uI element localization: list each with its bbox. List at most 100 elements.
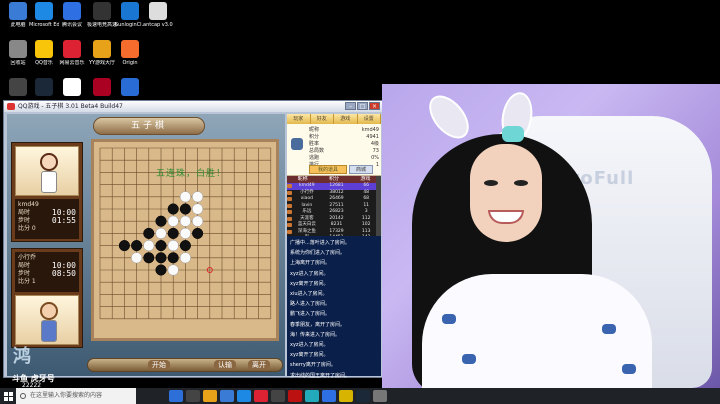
desktop-icon[interactable]: 腾讯会议 <box>57 2 87 28</box>
profile-panel: 昵称kmd49积分4941胜率4级总局数73逃跑0%排行1 我的道具 商城 <box>287 124 381 176</box>
black-stone <box>167 227 179 239</box>
app-icon <box>63 40 81 58</box>
side-panel: 玩家 好友 游戏 设置 昵称kmd49积分4941胜率4级总局数73逃跑0%排行… <box>287 114 381 379</box>
desktop-icon[interactable]: SunloginCl... <box>115 2 145 28</box>
white-stone <box>167 215 179 227</box>
taskbar-app-icon[interactable] <box>271 390 285 402</box>
chat-line: 路人进入了房间。 <box>290 301 331 308</box>
taskbar-app-icon[interactable] <box>237 390 251 402</box>
chat-line: xyz进入了房间。 <box>290 342 329 349</box>
app-icon <box>35 78 53 96</box>
scrollbar[interactable] <box>376 176 381 236</box>
white-stone <box>167 240 179 252</box>
player-avatar <box>15 295 79 345</box>
app-icon <box>121 2 139 20</box>
desktop-icon[interactable]: Origin <box>115 40 145 66</box>
chat-line: 广播中...落叶进入了房间。 <box>290 240 350 246</box>
player-score: 比分 1 <box>18 278 36 285</box>
desktop-icon[interactable]: 极速电竞高速器 <box>87 2 117 28</box>
taskbar-app-icon[interactable] <box>220 390 234 402</box>
desktop-icon[interactable]: 网易云音乐 <box>57 40 87 66</box>
taskbar-app-icon[interactable] <box>305 390 319 402</box>
taskbar-app-icon[interactable] <box>373 390 387 402</box>
start-button[interactable] <box>0 388 16 404</box>
watermark-logo: 鸿 <box>13 346 31 367</box>
white-stone <box>179 227 191 239</box>
window-titlebar: QQ游戏 - 五子棋 3.01 Beta4 Build47 – □ × <box>4 101 382 112</box>
profile-field: 积分 4941 <box>309 134 379 140</box>
desktop-icon-label: SunloginCl... <box>115 22 145 28</box>
taskbar-search[interactable]: 在这里输入你要搜索的内容 <box>16 388 136 404</box>
taskbar: 在这里输入你要搜索的内容 <box>0 388 720 404</box>
app-icon <box>149 2 167 20</box>
items-button[interactable]: 我的道具 <box>309 165 347 174</box>
chat-line: 求出线的国王离开了房间。 <box>290 372 351 379</box>
white-stone <box>167 264 179 276</box>
white-stone <box>192 215 204 227</box>
move-timer: 08:50 <box>51 269 76 278</box>
white-stone <box>192 203 204 215</box>
desktop-icon[interactable] <box>87 78 117 98</box>
app-icon <box>35 2 53 20</box>
app-icon <box>121 78 139 96</box>
white-stone <box>131 252 143 264</box>
move-timer: 01:55 <box>51 216 76 225</box>
win-message: 五连珠，白胜！ <box>156 169 227 179</box>
hair-bow-icon <box>502 126 524 142</box>
minimize-icon[interactable]: – <box>345 102 356 110</box>
shop-button[interactable]: 商城 <box>349 165 373 174</box>
taskbar-app-icon[interactable] <box>322 390 336 402</box>
taskbar-app-icon[interactable] <box>356 390 370 402</box>
desktop-icon[interactable]: QQ音乐 <box>29 40 59 66</box>
chat-line: xyz离开了房间。 <box>290 280 329 287</box>
app-icon <box>9 2 27 20</box>
app-icon <box>63 78 81 96</box>
desktop-icon[interactable]: YY游戏大厅 <box>87 40 117 66</box>
player-card-bottom: 小行乔 局时 10:00 步时 08:50 比分 1 <box>11 248 83 348</box>
exit-button[interactable]: 离开 <box>248 360 270 370</box>
desktop-icon[interactable] <box>29 78 59 98</box>
window-title: QQ游戏 - 五子棋 3.01 Beta4 Build47 <box>18 103 123 110</box>
taskbar-app-icon[interactable] <box>339 390 353 402</box>
desktop-icon-label: 网易云音乐 <box>59 60 85 66</box>
tab-players[interactable]: 玩家 <box>287 114 311 124</box>
taskbar-app-icon[interactable] <box>254 390 268 402</box>
tab-settings[interactable]: 设置 <box>358 114 381 124</box>
player-list-header: 昵称 积分 游戏 <box>287 176 381 183</box>
chat-line: xyz进入了房间。 <box>290 270 329 277</box>
player-score: 比分 0 <box>18 225 36 232</box>
avatar <box>291 138 303 150</box>
white-stone <box>179 215 191 227</box>
maximize-icon[interactable]: □ <box>357 102 368 110</box>
black-stone <box>192 227 204 239</box>
app-icon <box>93 78 111 96</box>
bunny-ear-icon <box>421 88 477 146</box>
taskbar-app-icon[interactable] <box>203 390 217 402</box>
tab-games[interactable]: 游戏 <box>334 114 358 124</box>
desktop-icon-label: antcap v3.0.8.exe <box>143 22 173 28</box>
taskbar-app-icon[interactable] <box>186 390 200 402</box>
black-stone <box>143 227 155 239</box>
gomoku-board[interactable]: 五连珠，白胜！ <box>91 139 279 341</box>
restart-button[interactable]: 开始 <box>148 360 170 370</box>
sweater <box>422 274 652 388</box>
desktop-icon[interactable]: antcap v3.0.8.exe <box>143 2 173 28</box>
profile-field: 胜率 4级 <box>309 141 379 147</box>
tab-friends[interactable]: 好友 <box>311 114 334 124</box>
chat-line: sherry离开了房间。 <box>290 362 336 369</box>
search-icon <box>20 393 26 399</box>
surrender-button[interactable]: 认输 <box>214 360 236 370</box>
taskbar-app-icon[interactable] <box>169 390 183 402</box>
desktop-icon-label: Microsoft Edge <box>29 22 59 28</box>
desktop-icon[interactable] <box>57 78 87 98</box>
close-icon[interactable]: × <box>369 102 380 110</box>
taskbar-app-icon[interactable] <box>288 390 302 402</box>
profile-field: 逃跑 0% <box>309 155 379 161</box>
black-stone <box>155 240 167 252</box>
desktop-icon[interactable] <box>115 78 145 98</box>
app-icon <box>93 40 111 58</box>
chat-line: 系统为你们进入了房间。 <box>290 250 346 257</box>
desktop-icon[interactable]: Microsoft Edge <box>29 2 59 28</box>
desktop-icon-label: 极速电竞高速器 <box>87 22 117 28</box>
desktop-icon-label: 腾讯会议 <box>61 22 82 28</box>
